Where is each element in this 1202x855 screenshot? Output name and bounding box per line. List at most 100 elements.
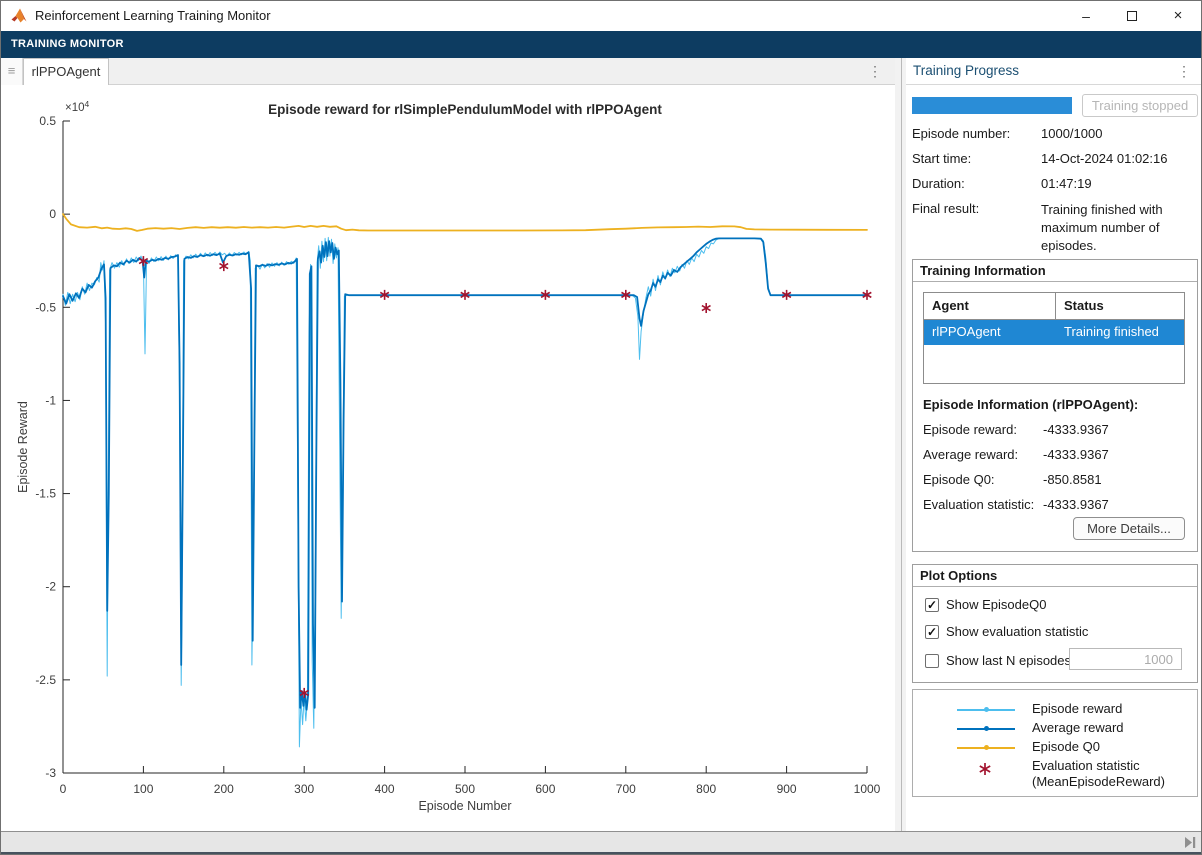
ribbon-tab-training-monitor[interactable]: TRAINING MONITOR: [11, 31, 124, 58]
episode-number-value: 1000/1000: [1041, 126, 1199, 141]
legend-item-episode-q0: Episode Q0: [913, 739, 1197, 757]
agent-status-table[interactable]: Agent Status rlPPOAgent Training finishe…: [923, 292, 1185, 384]
start-time-label: Start time:: [912, 151, 1040, 166]
legend-label: Episode Q0: [1032, 739, 1100, 755]
episode-reward-value: -4333.9367: [1043, 422, 1183, 437]
legend-item-evaluation-statistic: Evaluation statistic (MeanEpisodeReward): [913, 758, 1197, 794]
average-reward-line-swatch: [957, 728, 1015, 730]
show-evaluation-statistic-label: Show evaluation statistic: [946, 624, 1088, 639]
show-last-n-episodes-label: Show last N episodes: [946, 653, 1071, 668]
episode-reward-label: Episode reward:: [923, 422, 1041, 437]
chart-title: Episode reward for rlSimplePendulumModel…: [268, 102, 662, 117]
svg-text:0: 0: [60, 782, 67, 796]
tab-kebab-icon[interactable]: ⋮: [865, 58, 885, 85]
chart-panel: 0 100 200 300 400 500 600 700 800 900 1000 0.5 0 -0.5…: [1, 85, 895, 831]
table-row[interactable]: rlPPOAgent Training finished: [924, 320, 1184, 345]
average-reward-value: -4333.9367: [1043, 447, 1183, 462]
close-button[interactable]: ×: [1155, 1, 1201, 31]
asterisk-icon: [977, 761, 993, 777]
episode-q0-label: Episode Q0:: [923, 472, 1041, 487]
legend-label: Episode reward: [1032, 701, 1122, 717]
training-information-title: Training Information: [913, 260, 1197, 282]
maximize-button[interactable]: [1109, 1, 1155, 31]
table-header-row: Agent Status: [924, 293, 1184, 320]
ribbon-toolstrip: TRAINING MONITOR: [1, 31, 1202, 58]
legend-label-line2: (MeanEpisodeReward): [1032, 774, 1165, 790]
panel-title: Training Progress: [913, 58, 1019, 84]
series-episode-q0: [63, 214, 867, 231]
svg-text:-3: -3: [45, 766, 56, 780]
y-axis-multiplier: ×104: [65, 99, 90, 114]
svg-text:500: 500: [455, 782, 475, 796]
evaluation-statistic-value: -4333.9367: [1043, 497, 1183, 512]
plot-options-section: Plot Options Show EpisodeQ0 Show evaluat…: [912, 564, 1198, 683]
minimize-button[interactable]: –: [1063, 1, 1109, 31]
training-stopped-button[interactable]: Training stopped: [1082, 94, 1198, 117]
legend-label-line1: Evaluation statistic: [1032, 758, 1140, 774]
app-window: Reinforcement Learning Training Monitor …: [0, 0, 1202, 855]
episode-number-label: Episode number:: [912, 126, 1040, 141]
legend-label: Average reward: [1032, 720, 1124, 736]
final-result-label: Final result:: [912, 201, 1040, 216]
more-details-button[interactable]: More Details...: [1073, 517, 1185, 540]
series-average-reward: [63, 238, 867, 709]
plot-options-title: Plot Options: [913, 565, 1197, 587]
show-evaluation-statistic-checkbox[interactable]: [925, 625, 939, 639]
legend-item-episode-reward: Episode reward: [913, 701, 1197, 719]
svg-text:700: 700: [616, 782, 636, 796]
training-progress-panel: Training Progress ⋮ Training stopped Epi…: [906, 58, 1202, 831]
tab-rlppoagent[interactable]: rlPPOAgent: [23, 58, 109, 85]
svg-text:300: 300: [294, 782, 314, 796]
svg-text:600: 600: [535, 782, 555, 796]
svg-text:-2: -2: [45, 580, 56, 594]
svg-text:200: 200: [214, 782, 234, 796]
final-result-value: Training finished with maximum number of…: [1041, 201, 1199, 255]
y-axis-label: Episode Reward: [16, 401, 30, 493]
episode-q0-line-swatch: [957, 747, 1015, 749]
episode-reward-line-swatch: [957, 709, 1015, 711]
column-agent: Agent: [924, 293, 1056, 319]
panel-header: Training Progress ⋮: [906, 58, 1202, 85]
svg-text:1000: 1000: [854, 782, 881, 796]
n-episodes-input[interactable]: [1069, 648, 1182, 670]
show-episodeq0-checkbox[interactable]: [925, 598, 939, 612]
chart-legend: Episode reward Average reward Episode Q0…: [912, 689, 1198, 797]
training-chart[interactable]: 0 100 200 300 400 500 600 700 800 900 1000 0.5 0 -0.5…: [1, 85, 895, 825]
svg-text:800: 800: [696, 782, 716, 796]
x-axis-label: Episode Number: [418, 799, 511, 813]
show-episodeq0-label: Show EpisodeQ0: [946, 597, 1046, 612]
episode-q0-value: -850.8581: [1043, 472, 1183, 487]
svg-text:0.5: 0.5: [39, 114, 56, 128]
svg-text:0: 0: [49, 207, 56, 221]
grip-icon[interactable]: ≡: [1, 58, 23, 85]
column-status: Status: [1056, 293, 1184, 319]
duration-label: Duration:: [912, 176, 1040, 191]
status-cell: Training finished: [1056, 320, 1184, 345]
panel-resizer[interactable]: [895, 58, 906, 831]
maximize-icon: [1127, 11, 1137, 21]
svg-text:-2.5: -2.5: [35, 673, 56, 687]
svg-text:-1.5: -1.5: [35, 487, 56, 501]
evaluation-statistic-markers: [139, 256, 871, 698]
duration-value: 01:47:19: [1041, 176, 1199, 191]
svg-text:900: 900: [777, 782, 797, 796]
svg-text:-1: -1: [45, 393, 56, 407]
training-progress-bar: [912, 97, 1072, 114]
panel-kebab-icon[interactable]: ⋮: [1175, 58, 1193, 85]
evaluation-statistic-label: Evaluation statistic:: [923, 497, 1041, 512]
agent-cell: rlPPOAgent: [924, 320, 1056, 345]
svg-text:100: 100: [133, 782, 153, 796]
svg-text:400: 400: [375, 782, 395, 796]
skip-to-end-icon[interactable]: [1183, 836, 1197, 849]
document-tab-bar: ≡ rlPPOAgent ⋮: [1, 58, 895, 85]
svg-text:-0.5: -0.5: [35, 300, 56, 314]
start-time-value: 14-Oct-2024 01:02:16: [1041, 151, 1199, 166]
matlab-logo-icon: [10, 7, 28, 25]
window-title: Reinforcement Learning Training Monitor: [35, 1, 271, 31]
legend-item-average-reward: Average reward: [913, 720, 1197, 738]
show-last-n-episodes-checkbox[interactable]: [925, 654, 939, 668]
status-bar: [1, 831, 1202, 852]
average-reward-label: Average reward:: [923, 447, 1041, 462]
episode-information-title: Episode Information (rlPPOAgent):: [923, 397, 1138, 412]
title-bar: Reinforcement Learning Training Monitor …: [1, 1, 1202, 31]
